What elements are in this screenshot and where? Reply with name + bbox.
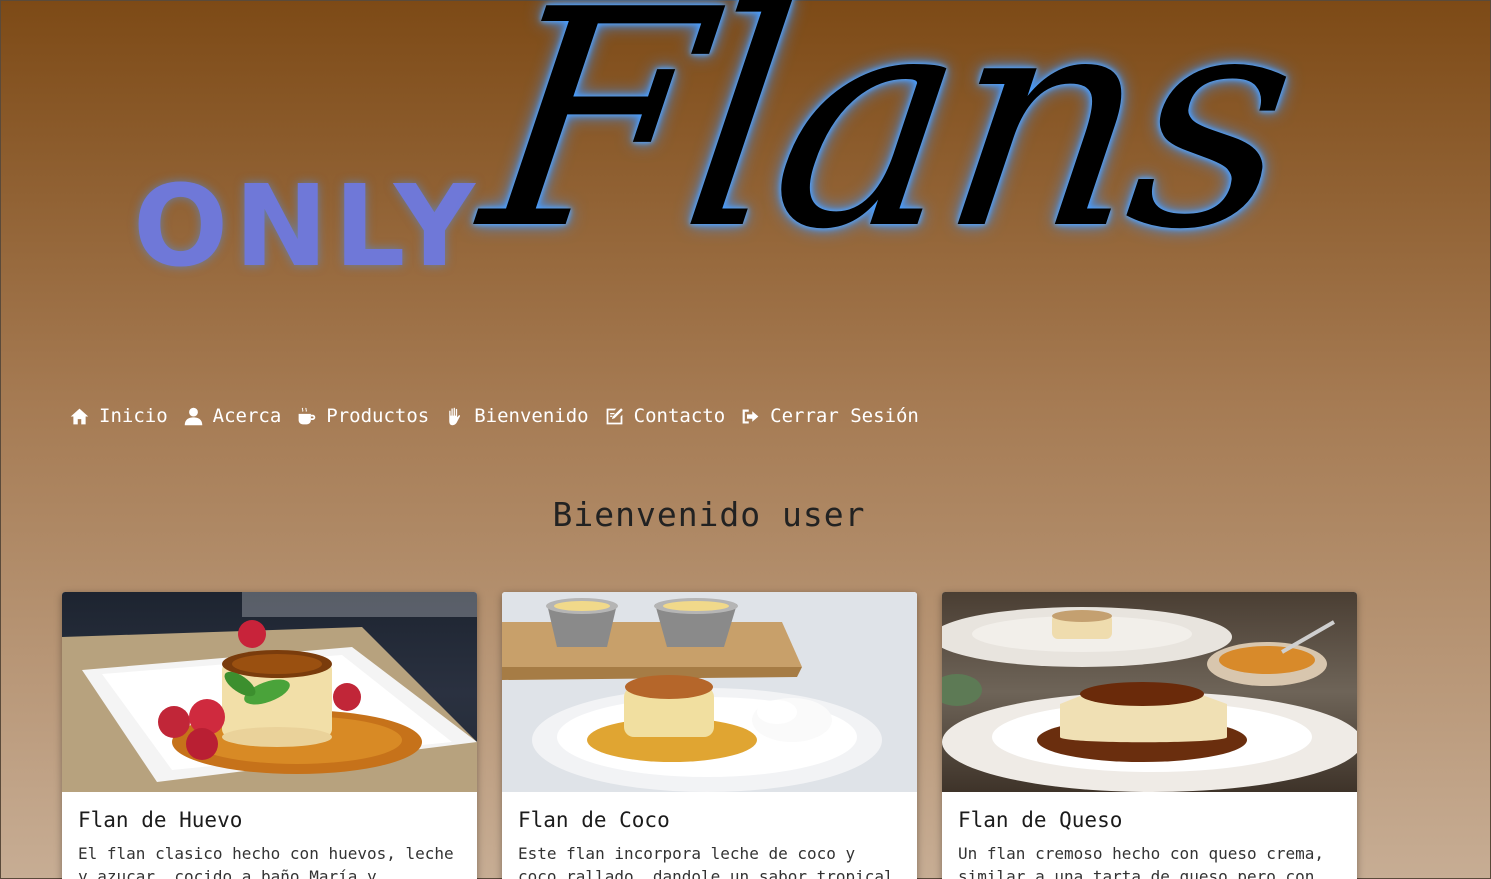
logo-only-text: ONLY [133,162,481,292]
site-logo: ONLY Flans [1,0,1491,341]
nav-item-contacto[interactable]: Contacto [604,405,726,427]
product-card[interactable]: Flan de Coco Este flan incorpora leche d… [502,592,917,879]
product-card[interactable]: Flan de Huevo El flan clasico hecho con … [62,592,477,879]
card-description: Un flan cremoso hecho con queso crema, s… [958,844,1325,879]
card-title: Flan de Queso [958,808,1123,832]
nav-item-label: Bienvenido [474,405,589,427]
logo-flans-text: Flans [467,0,1307,295]
product-cards: Flan de Huevo El flan clasico hecho con … [62,592,1357,879]
card-title: Flan de Huevo [78,808,243,832]
welcome-heading: Bienvenido user [552,495,866,534]
card-description: Este flan incorpora leche de coco y coco… [518,844,894,879]
nav-item-productos[interactable]: Productos [296,405,429,427]
main-nav: Inicio Acerca Productos Bienvenido Conta… [69,405,934,427]
nav-item-bienvenido[interactable]: Bienvenido [444,405,589,427]
home-icon [69,406,90,427]
sign-out-icon [740,406,761,427]
nav-item-label: Acerca [212,405,282,427]
nav-item-cerrar-sesion[interactable]: Cerrar Sesión [740,405,919,427]
card-title: Flan de Coco [518,808,670,832]
coffee-icon [296,406,317,427]
nav-item-acerca[interactable]: Acerca [183,405,282,427]
product-card[interactable]: Flan de Queso Un flan cremoso hecho con … [942,592,1357,879]
product-image-flan-huevo [62,592,477,792]
nav-item-inicio[interactable]: Inicio [69,405,168,427]
nav-item-label: Cerrar Sesión [770,405,919,427]
product-image-flan-coco [502,592,917,792]
nav-item-label: Inicio [99,405,168,427]
edit-icon [604,406,625,427]
nav-item-label: Contacto [633,405,726,427]
hand-icon [444,406,465,427]
nav-item-label: Productos [326,405,430,427]
product-image-flan-queso [942,592,1357,792]
user-icon [183,406,204,427]
card-description: El flan clasico hecho con huevos, leche … [78,844,454,879]
